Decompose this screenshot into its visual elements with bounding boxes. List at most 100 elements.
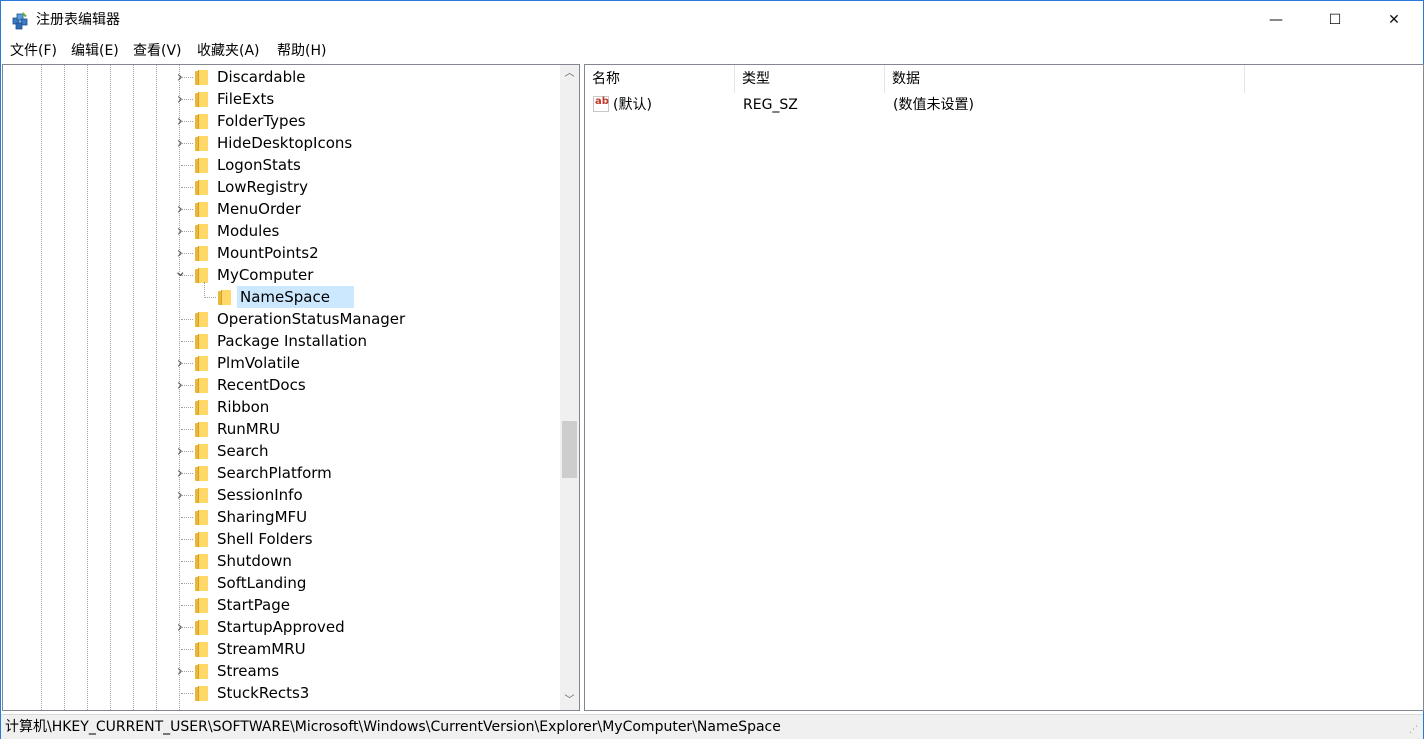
tree-item[interactable]: › Search: [3, 440, 563, 462]
column-header-type[interactable]: 类型: [735, 65, 885, 93]
tree-item-label: NameSpace: [240, 288, 330, 306]
tree-item-label: Package Installation: [217, 332, 368, 350]
registry-key-tree[interactable]: › Discardable › FileExts › FolderTypes › HideDe…: [2, 64, 580, 711]
maximize-button[interactable]: ☐: [1306, 1, 1364, 39]
folder-icon: [195, 686, 208, 701]
tree-connector-line: [181, 671, 193, 672]
tree-item-label: Shutdown: [217, 552, 292, 570]
folder-icon: [195, 136, 208, 151]
tree-connector-line: [181, 77, 193, 78]
menu-edit[interactable]: 编辑(E): [70, 42, 120, 60]
value-type: REG_SZ: [743, 97, 798, 113]
tree-item[interactable]: › SessionInfo: [3, 484, 563, 506]
tree-item[interactable]: LogonStats: [3, 154, 563, 176]
tree-item[interactable]: Shutdown: [3, 550, 563, 572]
tree-item[interactable]: ⌄ MyComputer: [3, 264, 563, 286]
tree-item[interactable]: SharingMFU: [3, 506, 563, 528]
tree-connector-line: [181, 275, 193, 276]
tree-connector-line: [181, 539, 193, 540]
tree-item[interactable]: › PlmVolatile: [3, 352, 563, 374]
tree-item-label: SharingMFU: [217, 508, 308, 526]
minimize-icon: —: [1269, 12, 1283, 28]
tree-connector-line: [181, 165, 193, 166]
title-bar[interactable]: 注册表编辑器 — ☐ ✕: [1, 1, 1423, 39]
tree-item-label: MountPoints2: [217, 244, 319, 262]
close-icon: ✕: [1388, 12, 1400, 28]
folder-icon: [195, 466, 208, 481]
tree-item[interactable]: › Discardable: [3, 66, 563, 88]
registry-editor-window: 注册表编辑器 — ☐ ✕ 文件(F) 编辑(E) 查看(V) 收藏夹(A) 帮助…: [0, 0, 1424, 739]
tree-item[interactable]: › MountPoints2: [3, 242, 563, 264]
column-header-name[interactable]: 名称: [585, 65, 735, 93]
tree-item-label: SessionInfo: [217, 486, 303, 504]
tree-item[interactable]: RunMRU: [3, 418, 563, 440]
tree-scrollbar[interactable]: ︿ ﹀: [560, 65, 579, 710]
value-row[interactable]: ab (默认) REG_SZ (数值未设置): [585, 95, 1421, 115]
tree-connector-line: [181, 517, 193, 518]
tree-item[interactable]: › Modules: [3, 220, 563, 242]
tree-connector-line: [181, 231, 193, 232]
close-button[interactable]: ✕: [1365, 1, 1423, 39]
tree-item[interactable]: › StartupApproved: [3, 616, 563, 638]
tree-item-label: Search: [217, 442, 269, 460]
menu-bar: 文件(F) 编辑(E) 查看(V) 收藏夹(A) 帮助(H): [1, 39, 1423, 63]
tree-item-label: PlmVolatile: [217, 354, 300, 372]
tree-connector-line: [181, 649, 193, 650]
menu-file[interactable]: 文件(F): [9, 42, 58, 60]
folder-icon: [195, 70, 208, 85]
tree-item[interactable]: SoftLanding: [3, 572, 563, 594]
tree-item-label: LogonStats: [217, 156, 301, 174]
tree-item-label: StuckRects3: [217, 684, 310, 702]
folder-icon: [195, 180, 208, 195]
scroll-down-arrow-icon[interactable]: ﹀: [560, 692, 579, 710]
registry-values-list[interactable]: 名称 类型 数据 ab (默认) REG_SZ (数值未设置): [584, 64, 1424, 711]
scroll-up-arrow-icon[interactable]: ︿: [560, 65, 579, 83]
folder-icon: [195, 532, 208, 547]
tree-item[interactable]: › Streams: [3, 660, 563, 682]
tree-item-label: StartupApproved: [217, 618, 345, 636]
menu-view[interactable]: 查看(V): [132, 42, 183, 60]
tree-item-label: OperationStatusManager: [217, 310, 406, 328]
tree-item[interactable]: › RecentDocs: [3, 374, 563, 396]
folder-icon: [195, 664, 208, 679]
tree-item[interactable]: Package Installation: [3, 330, 563, 352]
tree-item[interactable]: StuckRects3: [3, 682, 563, 704]
tree-connector-line: [181, 495, 193, 496]
tree-item[interactable]: LowRegistry: [3, 176, 563, 198]
minimize-button[interactable]: —: [1247, 1, 1305, 39]
tree-item[interactable]: Ribbon: [3, 396, 563, 418]
tree-item[interactable]: › MenuOrder: [3, 198, 563, 220]
folder-icon: [195, 224, 208, 239]
folder-icon: [195, 246, 208, 261]
status-bar: 计算机\HKEY_CURRENT_USER\SOFTWARE\Microsoft…: [1, 714, 1423, 739]
column-header-data[interactable]: 数据: [885, 65, 1245, 93]
current-key-path: 计算机\HKEY_CURRENT_USER\SOFTWARE\Microsoft…: [5, 719, 781, 735]
folder-icon: [195, 312, 208, 327]
tree-connector-line: [181, 341, 193, 342]
tree-item[interactable]: › SearchPlatform: [3, 462, 563, 484]
tree-connector-line: [181, 451, 193, 452]
tree-connector-line: [181, 121, 193, 122]
tree-item[interactable]: › HideDesktopIcons: [3, 132, 563, 154]
tree-item[interactable]: Shell Folders: [3, 528, 563, 550]
menu-favorites[interactable]: 收藏夹(A): [196, 42, 261, 60]
reg-sz-string-icon: ab: [593, 96, 609, 112]
tree-connector-line: [181, 605, 193, 606]
folder-icon: [195, 554, 208, 569]
tree-item[interactable]: OperationStatusManager: [3, 308, 563, 330]
folder-icon: [195, 620, 208, 635]
menu-help[interactable]: 帮助(H): [276, 42, 327, 60]
tree-item[interactable]: › FolderTypes: [3, 110, 563, 132]
value-name: (默认): [613, 97, 652, 113]
tree-item-label: LowRegistry: [217, 178, 308, 196]
folder-icon: [195, 422, 208, 437]
tree-item[interactable]: StartPage: [3, 594, 563, 616]
tree-item[interactable]: StreamMRU: [3, 638, 563, 660]
resize-grip-icon[interactable]: ⋰: [1409, 725, 1421, 737]
tree-item[interactable]: NameSpace: [3, 286, 563, 308]
tree-item[interactable]: › FileExts: [3, 88, 563, 110]
scroll-thumb[interactable]: [562, 421, 577, 478]
folder-icon: [195, 114, 208, 129]
tree-connector-line: [181, 319, 193, 320]
tree-item-label: Ribbon: [217, 398, 270, 416]
